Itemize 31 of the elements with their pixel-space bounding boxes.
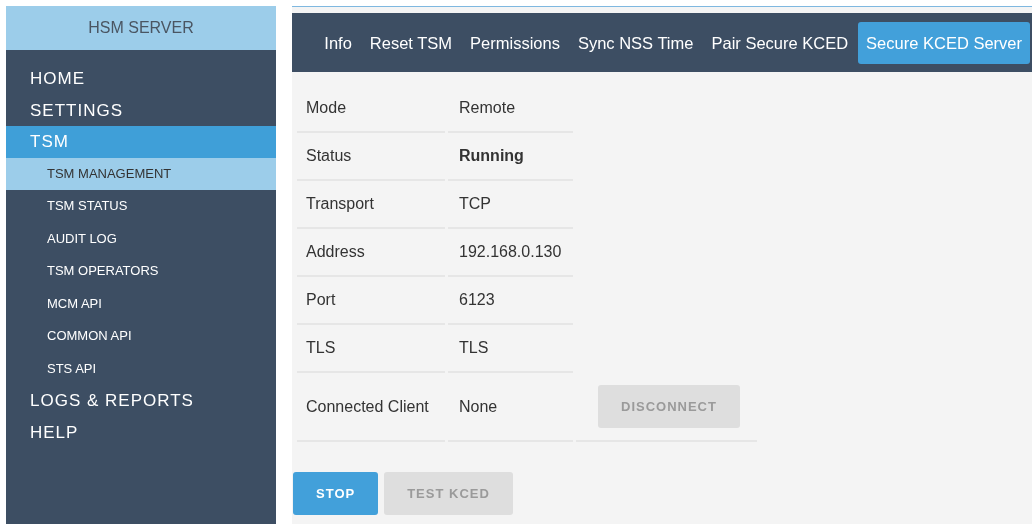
nav-subitem[interactable]: TSM MANAGEMENT — [6, 157, 276, 190]
nav-subitem[interactable]: AUDIT LOG — [6, 222, 276, 255]
nav-subitem[interactable]: MCM API — [6, 287, 276, 320]
tab[interactable]: Pair Secure KCED — [703, 21, 857, 64]
nav-subitem[interactable]: STS API — [6, 352, 276, 385]
tab[interactable]: Permissions — [462, 21, 568, 64]
nav-item[interactable]: SETTINGS — [6, 94, 276, 126]
tab[interactable]: Sync NSS Time — [569, 21, 702, 64]
nav-subitem[interactable]: COMMON API — [6, 320, 276, 353]
nav-item[interactable]: HOME — [6, 63, 276, 95]
tab[interactable]: Reset TSM — [361, 21, 461, 64]
field-value: 192.168.0.130 — [459, 243, 562, 261]
field-label: Connected Client — [306, 397, 429, 416]
field-value: 6123 — [459, 291, 495, 309]
nav-item[interactable]: LOGS & REPORTS — [6, 385, 276, 417]
tab[interactable]: Info — [316, 21, 360, 64]
field-label: Port — [306, 291, 336, 309]
field-label: Transport — [306, 195, 374, 213]
field-value: TLS — [459, 339, 489, 357]
field-label: Status — [306, 147, 352, 165]
app-title: HSM SERVER — [6, 6, 276, 50]
nav-item[interactable]: HELP — [6, 416, 276, 448]
field-value: None — [459, 397, 498, 416]
field-value: Remote — [459, 99, 516, 117]
field-label: TLS — [306, 339, 336, 357]
field-value: Running — [459, 147, 524, 165]
field-value: TCP — [459, 195, 491, 213]
nav-subitem[interactable]: TSM STATUS — [6, 190, 276, 223]
field-label: Mode — [306, 99, 347, 117]
field-label: Address — [306, 243, 365, 261]
nav-subitem[interactable]: TSM OPERATORS — [6, 255, 276, 288]
